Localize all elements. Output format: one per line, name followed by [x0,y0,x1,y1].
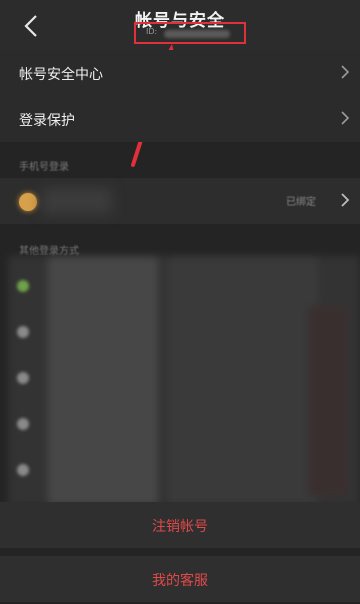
customer-service-button[interactable]: 我的客服 [0,556,360,602]
section-label-phone-login: 手机号登录 [19,162,69,173]
login-method-icon [17,418,29,430]
menu-item-login-protection[interactable]: 登录保护 [0,96,360,142]
menu-item-account-security-center[interactable]: 帐号安全中心 [0,50,360,96]
chevron-right-icon [341,111,350,125]
section-label-other-login: 其他登录方式 [19,246,79,257]
phone-login-row[interactable]: 已绑定 [0,178,360,224]
customer-service-label: 我的客服 [152,573,208,589]
menu-item-label: 帐号安全中心 [19,67,103,83]
chevron-right-icon [341,193,350,207]
login-method-icon [17,372,29,384]
login-method-icon [17,280,29,292]
login-method-icon [17,464,29,476]
deactivate-account-label: 注销帐号 [152,519,208,535]
avatar [19,193,37,211]
deactivate-account-button[interactable]: 注销帐号 [0,502,360,548]
menu-item-label: 登录保护 [19,113,75,129]
phone-number-redacted [42,188,112,214]
other-login-methods-redacted [8,256,360,506]
chevron-right-icon [341,65,350,79]
bind-status: 已绑定 [286,197,316,208]
login-method-icon [17,326,29,338]
